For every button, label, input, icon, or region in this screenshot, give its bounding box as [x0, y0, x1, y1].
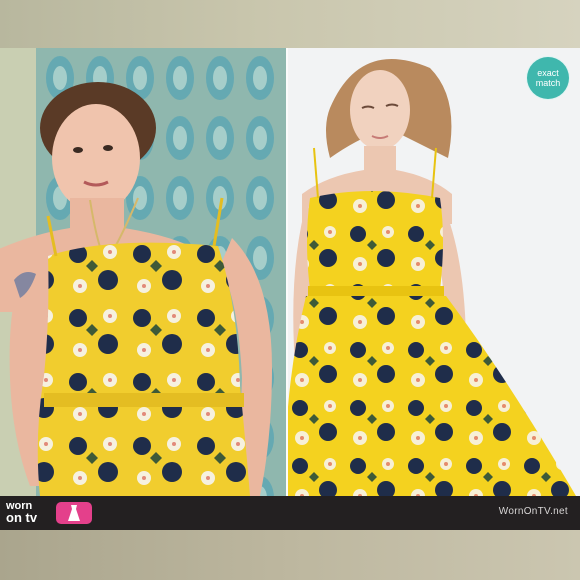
- bottom-background-band: [0, 530, 580, 580]
- logo-text: worn on tv: [6, 500, 37, 524]
- right-photo-panel: exact match: [288, 48, 580, 496]
- exact-match-badge: exact match: [526, 56, 570, 100]
- site-watermark: WornOnTV.net: [498, 506, 568, 517]
- left-photo: [0, 48, 286, 496]
- footer-bar: worn on tv WornOnTV.net: [0, 496, 580, 530]
- top-background-band: [0, 0, 580, 48]
- left-photo-panel: [0, 48, 286, 496]
- badge-line1: exact: [537, 68, 559, 78]
- logo-line2: on tv: [6, 510, 38, 525]
- dress-icon: [56, 502, 92, 524]
- dress-icon-glyph: [68, 505, 80, 521]
- badge-line2: match: [535, 78, 561, 88]
- wornontv-logo[interactable]: worn on tv: [4, 499, 94, 527]
- right-photo: [288, 48, 580, 496]
